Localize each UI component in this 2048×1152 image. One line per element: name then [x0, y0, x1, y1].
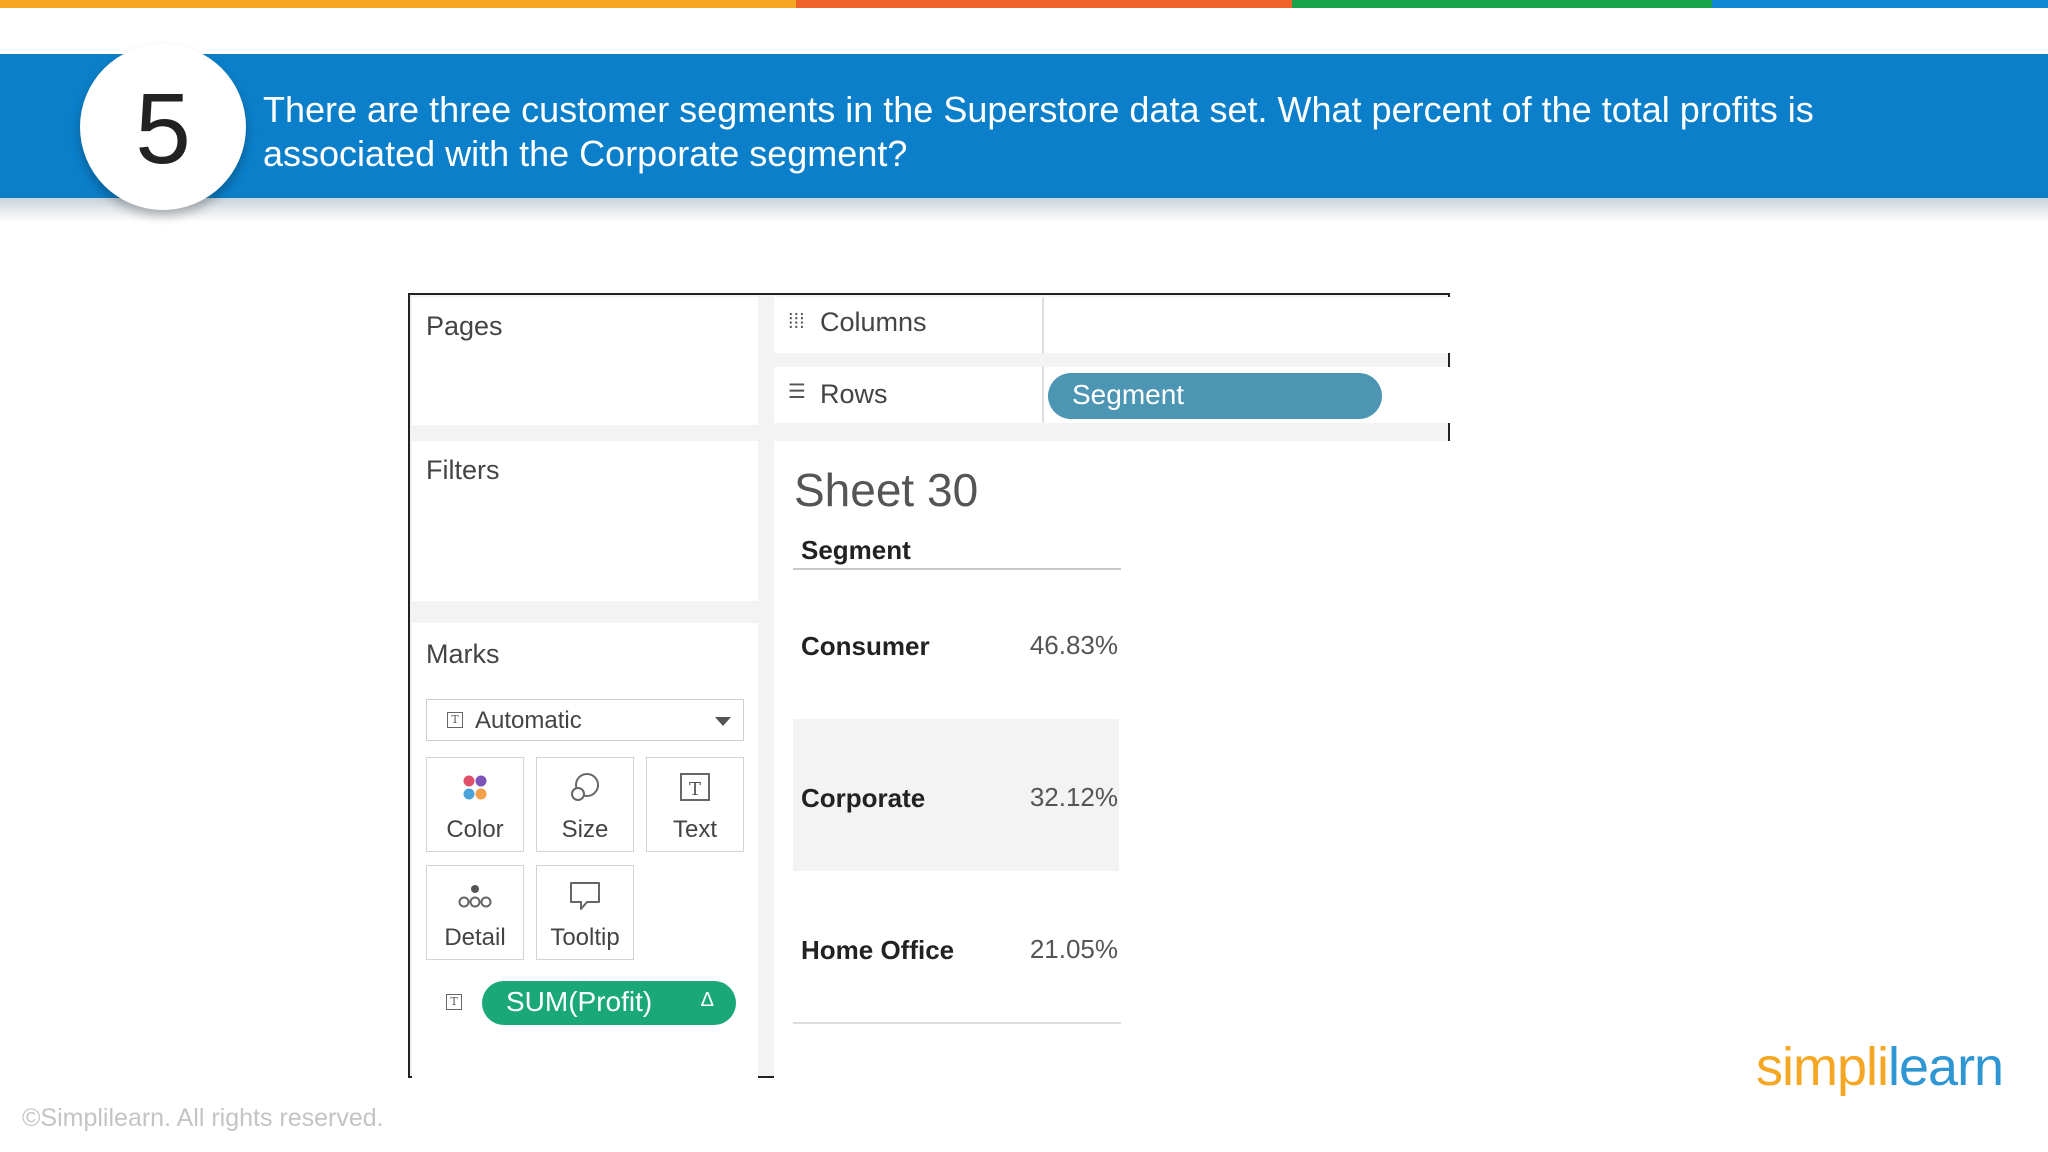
sum-profit-label: SUM(Profit): [506, 986, 653, 1017]
pages-shelf[interactable]: Pages: [412, 297, 758, 425]
detail-button-label: Detail: [444, 924, 506, 951]
columns-shelf-divider: [1042, 297, 1044, 353]
simplilearn-logo: simplilearn: [1756, 1036, 2004, 1098]
strip-orange: [0, 0, 796, 8]
columns-shelf-label: Columns: [820, 307, 927, 337]
text-encoding-icon: T: [446, 994, 462, 1010]
mark-type-label: Automatic: [475, 707, 582, 734]
copyright-text: ©Simplilearn. All rights reserved.: [22, 1104, 384, 1132]
mark-type-dropdown[interactable]: T Automatic: [426, 699, 744, 741]
detail-icon: [427, 878, 523, 914]
logo-part-simpli: simpli: [1756, 1037, 1889, 1097]
segment-pill[interactable]: Segment: [1048, 373, 1382, 419]
segment-label-consumer[interactable]: Consumer: [801, 631, 930, 662]
detail-button[interactable]: Detail: [426, 865, 524, 960]
table-bottom-divider: [793, 1022, 1121, 1024]
strip-red-orange: [796, 0, 1292, 8]
color-button-label: Color: [446, 816, 504, 843]
filters-shelf[interactable]: Filters: [412, 441, 758, 601]
sum-profit-pill[interactable]: SUM(Profit) Δ: [482, 981, 736, 1025]
text-button-label: Text: [672, 816, 717, 843]
tooltip-button-label: Tooltip: [550, 924, 620, 951]
segment-label-home-office[interactable]: Home Office: [801, 935, 954, 966]
profit-value-corporate[interactable]: 32.12%: [1010, 782, 1118, 813]
profit-value-consumer[interactable]: 46.83%: [1010, 630, 1118, 661]
svg-text:T: T: [689, 779, 701, 800]
marks-card-title: Marks: [426, 639, 500, 669]
strip-green: [1292, 0, 1712, 8]
top-color-strip: [0, 0, 2048, 8]
question-number: 5: [135, 73, 191, 185]
logo-part-learn: learn: [1888, 1037, 2004, 1097]
tooltip-button[interactable]: Tooltip: [536, 865, 634, 960]
tableau-workspace: Pages Filters Marks T Automatic Color Si…: [408, 293, 1450, 1080]
text-mark-icon: T: [447, 712, 463, 728]
columns-icon: ⁞⁞⁞: [788, 311, 805, 333]
sheet-title: Sheet 30: [794, 464, 979, 516]
segment-pill-label: Segment: [1072, 379, 1185, 410]
tooltip-icon: [537, 878, 633, 914]
profit-value-home-office[interactable]: 21.05%: [1010, 934, 1118, 965]
question-number-badge: 5: [80, 44, 246, 210]
delta-icon: Δ: [700, 989, 714, 1011]
rows-shelf-label: Rows: [820, 379, 888, 409]
chevron-down-icon: [715, 717, 731, 726]
pages-shelf-title: Pages: [426, 311, 503, 341]
rows-shelf-divider: [1042, 367, 1044, 423]
filters-shelf-title: Filters: [426, 455, 500, 485]
text-button[interactable]: T Text: [646, 757, 744, 852]
size-button-label: Size: [561, 816, 609, 843]
color-button[interactable]: Color: [426, 757, 524, 852]
strip-blue: [1712, 0, 2048, 8]
segment-label-corporate[interactable]: Corporate: [801, 783, 925, 814]
rows-icon: ☰: [788, 381, 806, 403]
size-button[interactable]: Size: [536, 757, 634, 852]
text-icon: T: [647, 770, 743, 806]
color-palette-icon: [427, 770, 523, 806]
segment-column-header[interactable]: Segment: [801, 535, 911, 566]
question-text: There are three customer segments in the…: [263, 89, 1814, 174]
size-icon: [537, 770, 633, 806]
banner-shadow: [0, 198, 2048, 222]
header-divider: [793, 568, 1121, 570]
